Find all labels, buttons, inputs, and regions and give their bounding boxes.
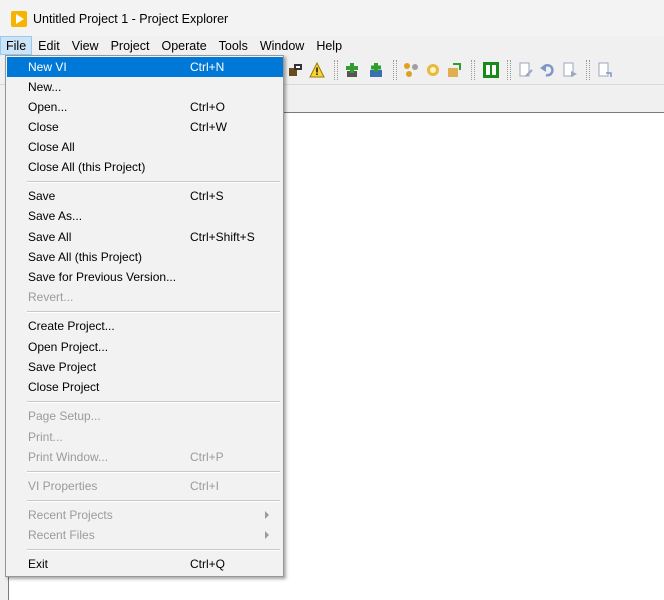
menu-item-save-as[interactable]: Save As... <box>7 206 283 226</box>
properties-icon[interactable] <box>288 62 304 78</box>
menu-item-label: Print Window... <box>28 450 109 464</box>
window-title: Untitled Project 1 - Project Explorer <box>33 12 229 26</box>
menu-item-shortcut: Ctrl+P <box>190 450 224 464</box>
menu-item-save-all[interactable]: Save All Ctrl+Shift+S <box>7 227 283 247</box>
toolbar-separator <box>334 60 338 80</box>
menu-separator <box>27 471 280 473</box>
edit-page-icon[interactable] <box>518 62 534 78</box>
menu-item-shortcut: Ctrl+I <box>190 479 220 493</box>
menu-item-label: Close All <box>28 140 75 154</box>
menu-separator <box>27 401 280 403</box>
menu-separator <box>27 311 280 313</box>
menu-help[interactable]: Help <box>310 36 348 55</box>
menu-item-save-project[interactable]: Save Project <box>7 357 283 377</box>
menu-item-label: Print... <box>28 430 63 444</box>
menu-item-label: Close Project <box>28 380 100 394</box>
warning-icon[interactable] <box>309 62 325 78</box>
run-icon[interactable] <box>483 62 499 78</box>
menu-item-label: Open Project... <box>28 340 109 354</box>
menu-item-label: Open... <box>28 100 68 114</box>
menu-item-label: Save <box>28 189 56 203</box>
build-spec-icon[interactable] <box>425 62 441 78</box>
menu-item-open-project[interactable]: Open Project... <box>7 337 283 357</box>
menu-item-label: Save Project <box>28 360 97 374</box>
title-bar: Untitled Project 1 - Project Explorer <box>0 0 664 36</box>
menu-item-label: Page Setup... <box>28 409 101 423</box>
menu-item-shortcut: Ctrl+Shift+S <box>190 230 255 244</box>
menu-item-print-window: Print Window... Ctrl+P <box>7 447 283 467</box>
find-icon[interactable] <box>597 62 613 78</box>
menu-item-label: Revert... <box>28 290 74 304</box>
menu-item-close[interactable]: Close Ctrl+W <box>7 117 283 137</box>
menu-item-label: Save As... <box>28 209 83 223</box>
menu-item-page-setup: Page Setup... <box>7 406 283 426</box>
menu-file[interactable]: File <box>0 36 33 55</box>
menu-item-vi-properties: VI Properties Ctrl+I <box>7 476 283 496</box>
menu-item-label: VI Properties <box>28 479 98 493</box>
menu-item-save-all-project[interactable]: Save All (this Project) <box>7 247 283 267</box>
menu-item-save-previous-version[interactable]: Save for Previous Version... <box>7 267 283 287</box>
refresh-icon[interactable] <box>446 62 462 78</box>
add-item-icon[interactable] <box>344 62 360 78</box>
menu-item-exit[interactable]: Exit Ctrl+Q <box>7 554 283 574</box>
menu-item-label: New... <box>28 80 62 94</box>
menu-item-shortcut: Ctrl+W <box>190 120 227 134</box>
menu-item-label: New VI <box>28 60 67 74</box>
menu-bar: File Edit View Project Operate Tools Win… <box>0 36 664 55</box>
menu-item-label: Close All (this Project) <box>28 160 146 174</box>
menu-item-print: Print... <box>7 427 283 447</box>
menu-item-open[interactable]: Open... Ctrl+O <box>7 97 283 117</box>
menu-item-recent-projects: Recent Projects <box>7 505 283 525</box>
undo-icon[interactable] <box>540 62 556 78</box>
menu-item-close-all-project[interactable]: Close All (this Project) <box>7 157 283 177</box>
menu-tools[interactable]: Tools <box>213 36 254 55</box>
menu-window[interactable]: Window <box>254 36 310 55</box>
menu-item-label: Save for Previous Version... <box>28 270 177 284</box>
toolbar-separator <box>507 60 511 80</box>
export-icon[interactable] <box>562 62 578 78</box>
menu-edit[interactable]: Edit <box>32 36 66 55</box>
submenu-arrow-icon <box>265 531 269 539</box>
menu-item-create-project[interactable]: Create Project... <box>7 316 283 336</box>
menu-item-revert: Revert... <box>7 287 283 307</box>
menu-item-new[interactable]: New... <box>7 77 283 97</box>
toolbar-separator <box>586 60 590 80</box>
menu-item-label: Create Project... <box>28 319 115 333</box>
file-menu-dropdown: New VI Ctrl+N New... Open... Ctrl+O Clos… <box>5 55 284 577</box>
menu-item-label: Save All <box>28 230 72 244</box>
menu-item-recent-files: Recent Files <box>7 525 283 545</box>
menu-separator <box>27 181 280 183</box>
menu-item-label: Recent Files <box>28 528 95 542</box>
menu-item-label: Close <box>28 120 59 134</box>
menu-item-shortcut: Ctrl+S <box>190 189 224 203</box>
menu-item-new-vi[interactable]: New VI Ctrl+N <box>7 57 283 77</box>
menu-item-label: Exit <box>28 557 49 571</box>
menu-project[interactable]: Project <box>105 36 156 55</box>
add-folder-icon[interactable] <box>368 62 384 78</box>
menu-item-close-all[interactable]: Close All <box>7 137 283 157</box>
menu-item-label: Recent Projects <box>28 508 113 522</box>
menu-view[interactable]: View <box>66 36 105 55</box>
menu-item-shortcut: Ctrl+Q <box>190 557 226 571</box>
dependencies-icon[interactable] <box>403 62 419 78</box>
submenu-arrow-icon <box>265 511 269 519</box>
toolbar-separator <box>393 60 397 80</box>
menu-item-close-project[interactable]: Close Project <box>7 377 283 397</box>
menu-operate[interactable]: Operate <box>155 36 212 55</box>
menu-item-save[interactable]: Save Ctrl+S <box>7 186 283 206</box>
menu-item-shortcut: Ctrl+N <box>190 60 225 74</box>
menu-separator <box>27 500 280 502</box>
labview-app-icon <box>11 11 27 27</box>
toolbar-separator <box>471 60 475 80</box>
menu-item-label: Save All (this Project) <box>28 250 143 264</box>
menu-item-shortcut: Ctrl+O <box>190 100 226 114</box>
menu-separator <box>27 549 280 551</box>
